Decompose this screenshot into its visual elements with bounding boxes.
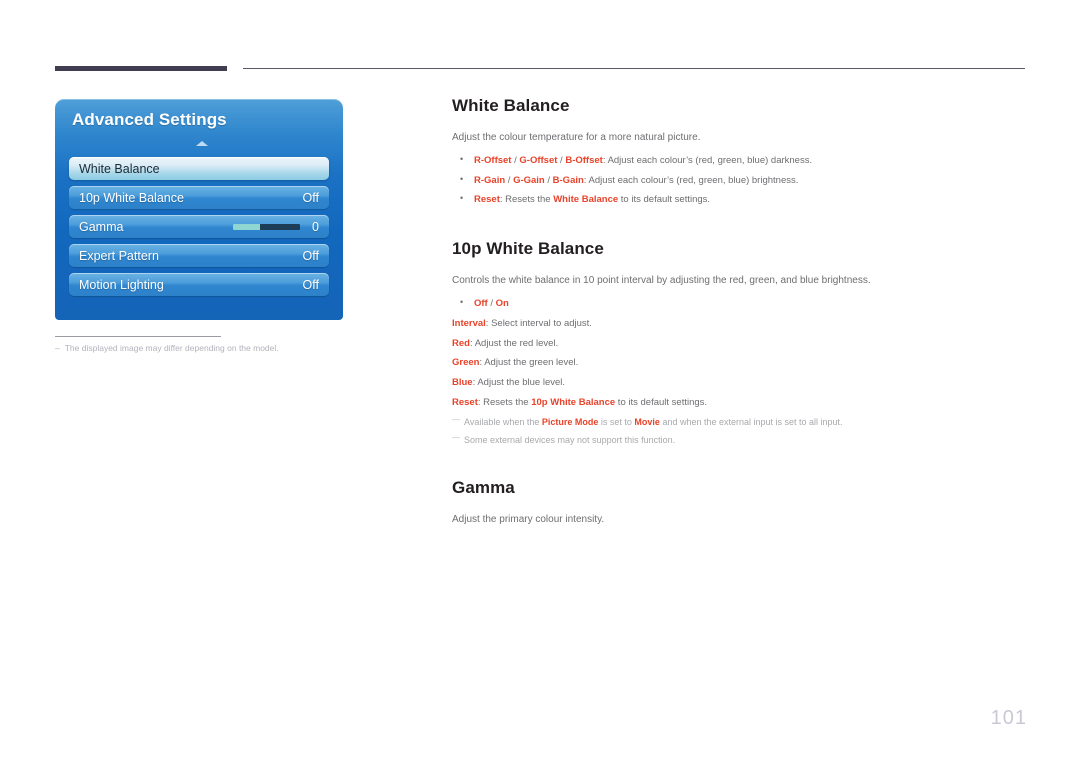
accent-term: 10p White Balance bbox=[531, 396, 616, 408]
separator: / bbox=[487, 298, 496, 310]
section-heading: Gamma bbox=[452, 478, 515, 498]
body-text: Some external devices may not support th… bbox=[464, 434, 676, 445]
accent-term: G-Offset bbox=[519, 155, 558, 166]
definition-line: Blue: Adjust the blue level. bbox=[452, 376, 1027, 391]
osd-menu-row[interactable]: White Balance bbox=[69, 157, 329, 180]
bullet-item: R-Offset / G-Offset / B-Offset: Adjust e… bbox=[452, 153, 1027, 169]
section-heading: 10p White Balance bbox=[452, 239, 604, 259]
osd-row-value: Off bbox=[302, 190, 319, 205]
footnote-line: Some external devices may not support th… bbox=[452, 432, 1027, 447]
body-text: : Adjust each colour’s (red, green, blue… bbox=[602, 155, 813, 166]
osd-row-label: White Balance bbox=[79, 161, 160, 176]
definition-line: Reset: Resets the 10p White Balance to i… bbox=[452, 396, 1027, 411]
page-number: 101 bbox=[990, 707, 1027, 729]
body-text: : Adjust the red level. bbox=[469, 337, 559, 349]
separator: / bbox=[544, 174, 553, 186]
accent-term: On bbox=[495, 298, 509, 310]
section-description: Adjust the colour temperature for a more… bbox=[452, 132, 701, 143]
content-section: 10p White Balance Controls the white bala… bbox=[452, 239, 1027, 447]
left-footnote: – The displayed image may differ dependi… bbox=[55, 343, 355, 355]
bullet-item: Off / On bbox=[452, 296, 1027, 312]
osd-menu-row[interactable]: Motion Lighting Off bbox=[69, 273, 329, 296]
separator: / bbox=[505, 174, 514, 186]
body-text: is set to bbox=[598, 417, 635, 428]
body-text: : Select interval to adjust. bbox=[485, 317, 592, 329]
osd-row-value: 0 bbox=[312, 219, 319, 234]
body-text: : Adjust each colour’s (red, green, blue… bbox=[583, 174, 799, 186]
body-text: : Resets the bbox=[499, 194, 554, 206]
osd-menu-row[interactable]: Expert Pattern Off bbox=[69, 244, 329, 267]
content-section: White Balance Adjust the colour temperatu… bbox=[452, 96, 1027, 208]
body-text: : Resets the bbox=[477, 396, 532, 408]
section-description: Controls the white balance in 10 point i… bbox=[452, 275, 871, 287]
accent-term: R-Gain bbox=[474, 174, 506, 186]
definition-line: Green: Adjust the green level. bbox=[452, 356, 1027, 371]
bullet-list: Off / On bbox=[452, 296, 1027, 312]
osd-menu-panel: Advanced Settings White Balance 10p White… bbox=[55, 99, 343, 320]
accent-term: White Balance bbox=[553, 194, 619, 206]
definition-line: Red: Adjust the red level. bbox=[452, 337, 1027, 352]
accent-term: Interval bbox=[452, 317, 486, 329]
accent-term: B-Gain bbox=[552, 174, 584, 186]
accent-term: Reset bbox=[452, 396, 478, 408]
accent-term: Movie bbox=[634, 417, 660, 428]
bullet-item: R-Gain / G-Gain / B-Gain: Adjust each co… bbox=[452, 173, 1027, 189]
footnote-dash: – bbox=[55, 343, 60, 353]
body-text: : Adjust the blue level. bbox=[472, 377, 566, 389]
accent-term: Green bbox=[452, 357, 480, 369]
osd-row-label: Expert Pattern bbox=[79, 248, 159, 263]
gamma-slider[interactable] bbox=[233, 223, 301, 230]
accent-term: Off bbox=[474, 298, 488, 310]
osd-row-value: Off bbox=[302, 277, 319, 292]
osd-slider-group[interactable]: 0 bbox=[233, 220, 319, 234]
content-section: Gamma Adjust the primary colour intensity… bbox=[452, 478, 1027, 527]
accent-term: Blue bbox=[452, 377, 473, 389]
footnote-line: Available when the Picture Mode is set t… bbox=[452, 414, 1027, 429]
header-rule-thick bbox=[55, 66, 227, 71]
body-text: Available when the bbox=[464, 417, 542, 428]
osd-panel-title: Advanced Settings bbox=[72, 110, 227, 129]
osd-row-label: 10p White Balance bbox=[79, 190, 184, 205]
accent-term: Picture Mode bbox=[541, 417, 599, 428]
body-text: : Adjust the green level. bbox=[479, 357, 579, 369]
header-rule-thin bbox=[243, 68, 1025, 69]
accent-term: Red bbox=[452, 337, 470, 349]
section-heading: White Balance bbox=[452, 96, 570, 115]
osd-menu-row[interactable]: 10p White Balance Off bbox=[69, 186, 329, 209]
osd-row-label: Motion Lighting bbox=[79, 277, 164, 292]
gamma-slider-fill bbox=[233, 223, 260, 230]
body-text: to its default settings. bbox=[618, 194, 711, 206]
scroll-up-arrow-icon bbox=[196, 141, 208, 146]
body-text: to its default settings. bbox=[615, 396, 708, 408]
osd-row-label: Gamma bbox=[79, 219, 124, 234]
osd-row-value: Off bbox=[302, 248, 319, 263]
bullet-item: Reset: Resets the White Balance to its d… bbox=[452, 192, 1027, 208]
accent-term: G-Gain bbox=[513, 174, 545, 186]
bullet-list: R-Offset / G-Offset / B-Offset: Adjust e… bbox=[452, 153, 1027, 208]
definition-line: Interval: Select interval to adjust. bbox=[452, 317, 1027, 332]
accent-term: R-Offset bbox=[474, 155, 512, 166]
osd-menu-row[interactable]: Gamma 0 bbox=[69, 215, 329, 238]
osd-menu-list: White Balance 10p White Balance Off Gamma 0 E… bbox=[69, 157, 329, 302]
footnote-text: The displayed image may differ depending… bbox=[64, 343, 279, 353]
accent-term: B-Offset bbox=[565, 155, 603, 166]
left-note-divider bbox=[55, 336, 221, 337]
section-description: Adjust the primary colour intensity. bbox=[452, 514, 605, 526]
body-text: and when the external input is set to al… bbox=[659, 417, 843, 428]
document-content: White Balance Adjust the colour temperatu… bbox=[452, 96, 1027, 527]
accent-term: Reset bbox=[474, 194, 500, 206]
